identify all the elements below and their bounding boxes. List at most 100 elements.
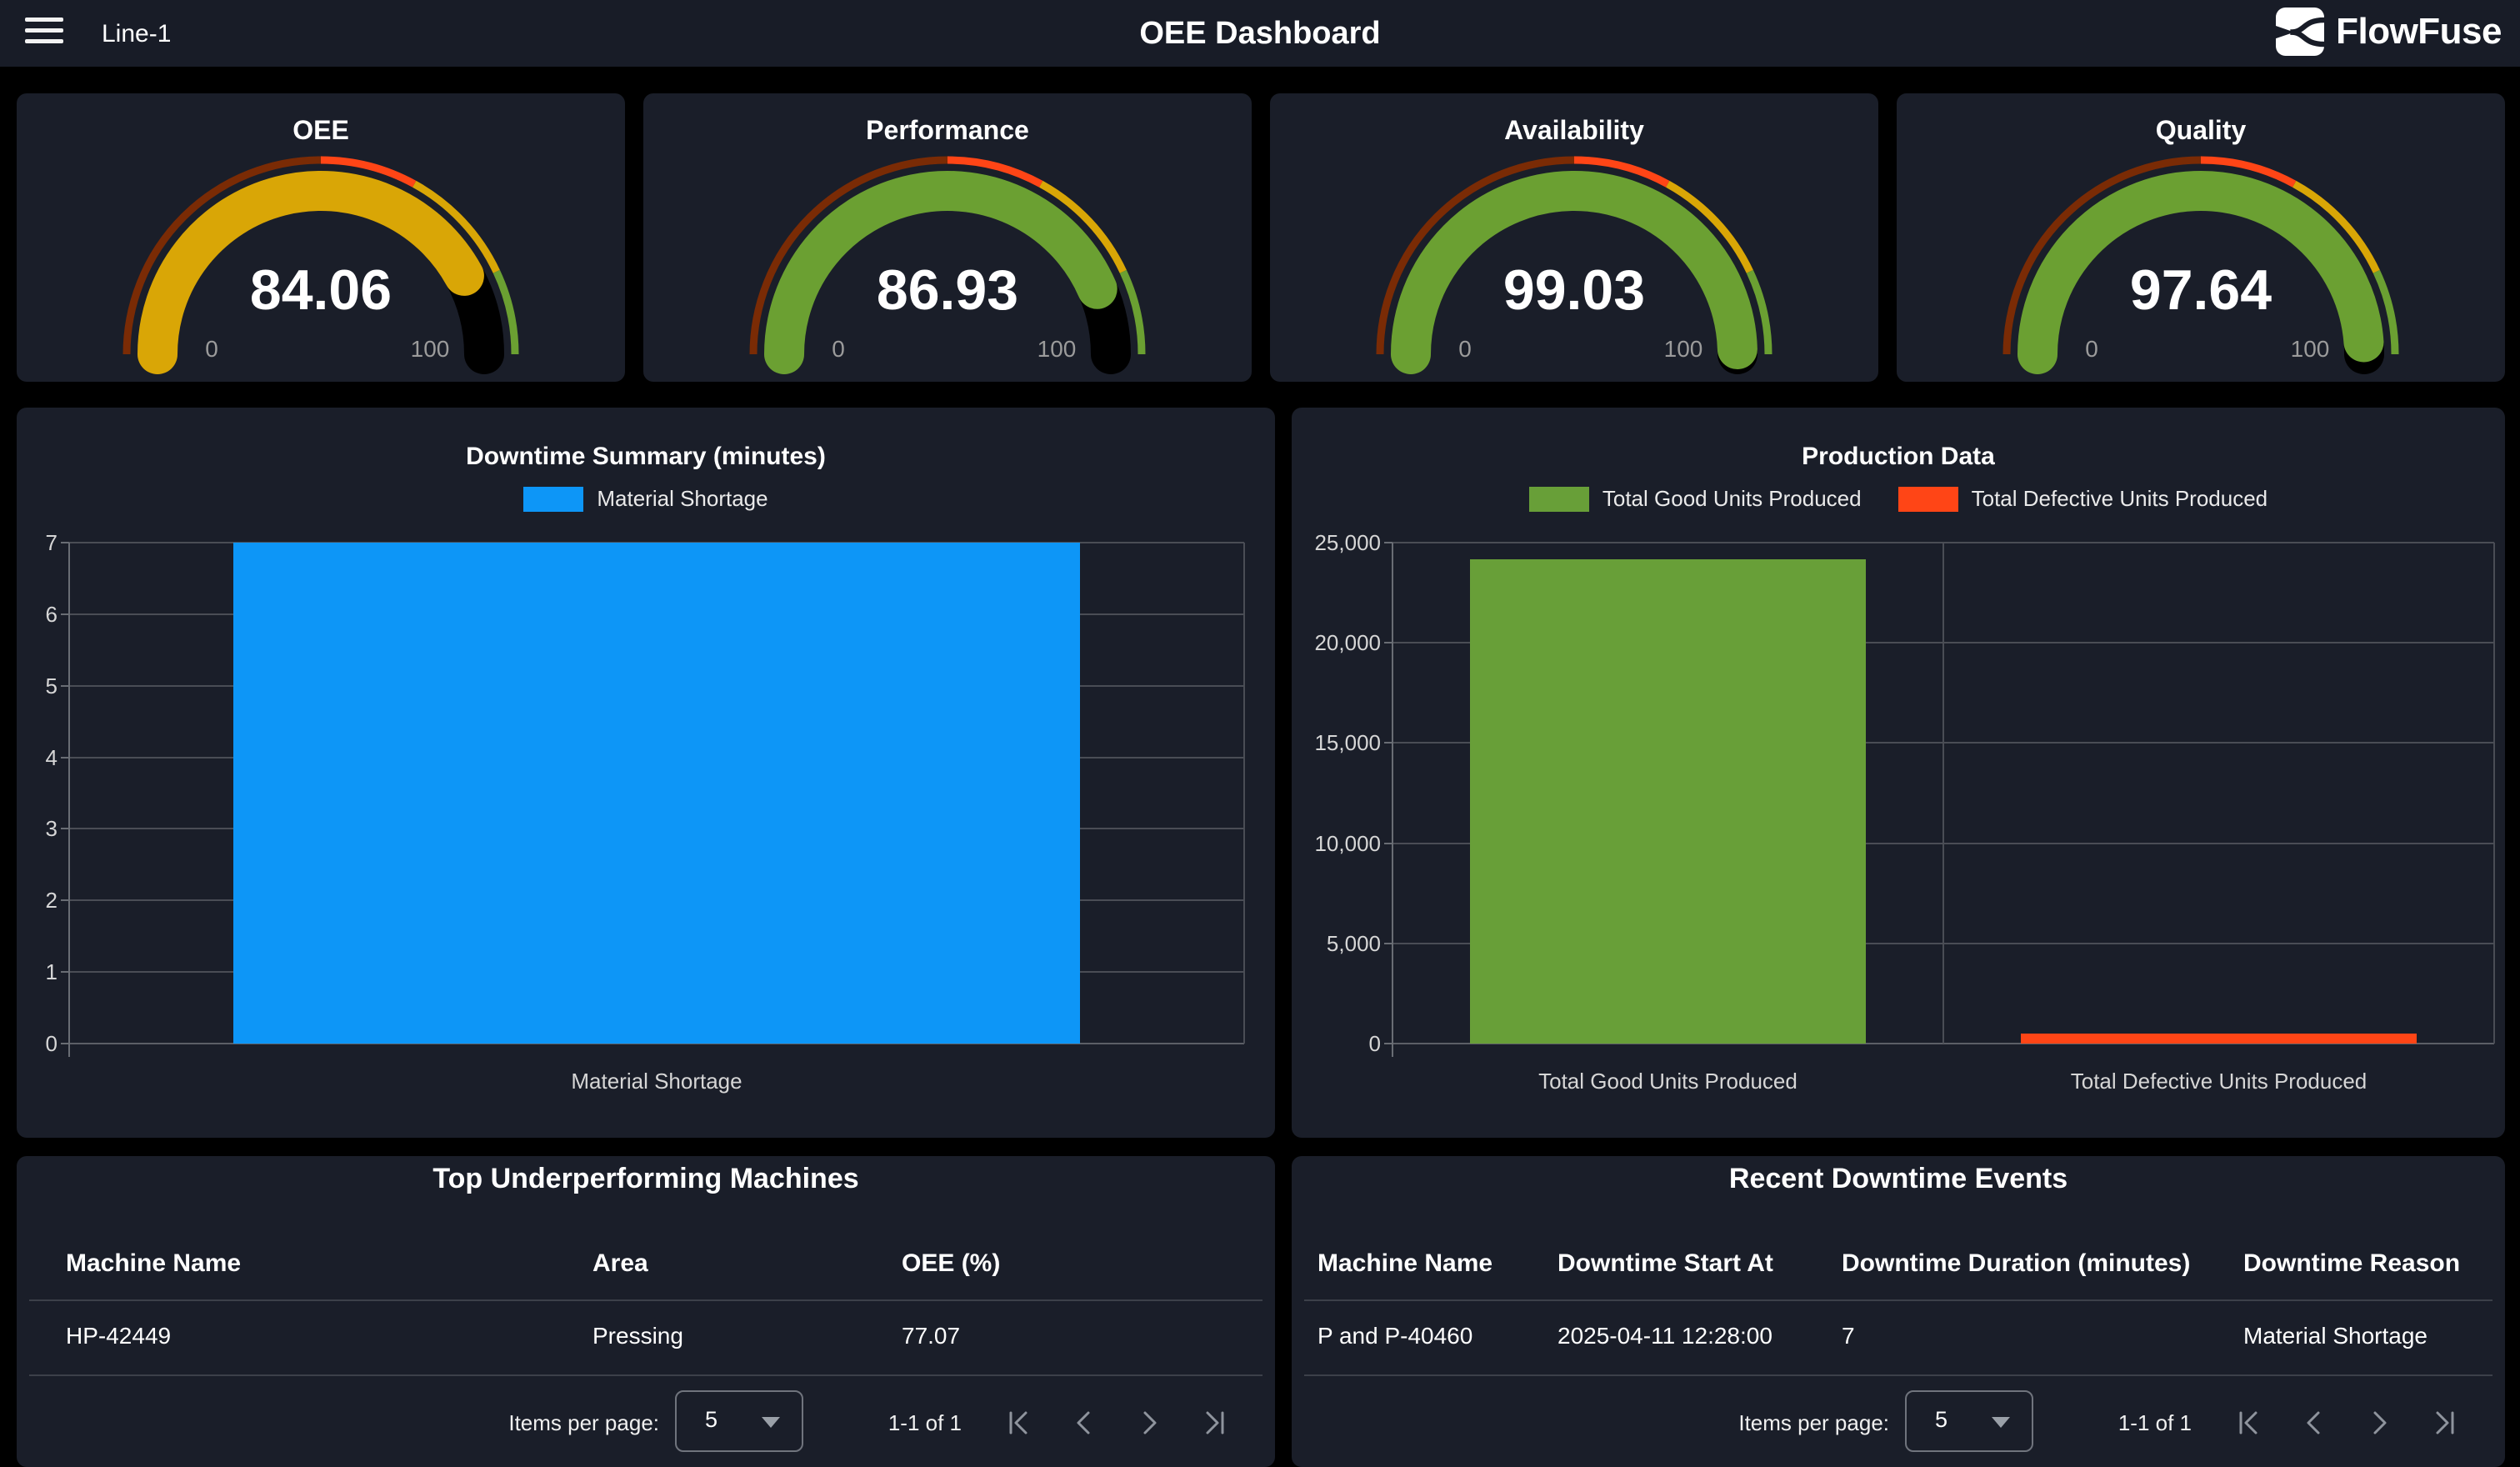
x-category-label: Total Good Units Produced <box>1392 1069 1943 1094</box>
y-axis-line <box>68 543 70 1057</box>
table-cell: HP-42449 <box>66 1323 171 1349</box>
column-header: Machine Name <box>66 1249 241 1278</box>
divider <box>1304 1299 2492 1301</box>
pagination-range-label: 1-1 of 1 <box>778 1410 962 1436</box>
gauge-arc <box>1897 93 2505 382</box>
bar-total-good-units-produced <box>1470 559 1867 1044</box>
gauge-min-label: 0 <box>2042 336 2142 363</box>
brand-name: FlowFuse <box>2336 11 2502 53</box>
chart-card-downtime-summary: Downtime Summary (minutes) Material Short… <box>17 408 1275 1138</box>
column-header: Machine Name <box>1318 1249 1492 1278</box>
chart-legend: Material Shortage <box>17 486 1275 512</box>
y-tick-label: 2 <box>0 888 58 914</box>
pagination-next-page-button[interactable] <box>1133 1407 1165 1439</box>
y-axis-line <box>1392 543 1393 1057</box>
column-header: Downtime Start At <box>1558 1249 1773 1278</box>
gauge-value: 86.93 <box>643 258 1252 323</box>
gauge-arc <box>17 93 625 382</box>
gauge-value: 97.64 <box>1897 258 2505 323</box>
column-header: Area <box>592 1249 648 1278</box>
table-card-underperforming-machines: Top Underperforming Machines Machine Name… <box>17 1156 1275 1467</box>
table-cell: 7 <box>1842 1323 1855 1349</box>
legend-swatch <box>1529 487 1589 512</box>
legend-swatch <box>1898 487 1958 512</box>
column-header: OEE (%) <box>902 1249 1000 1278</box>
legend-label: Total Good Units Produced <box>1602 486 1862 512</box>
chart-title: Downtime Summary (minutes) <box>17 443 1275 471</box>
gauge-card-quality: Quality97.640100 <box>1897 93 2505 382</box>
chevron-down-icon <box>1992 1417 2010 1428</box>
dashboard-title: OEE Dashboard <box>0 16 2520 52</box>
x-category-label: Total Defective Units Produced <box>1943 1069 2494 1094</box>
bar-total-defective-units-produced <box>2021 1034 2418 1044</box>
flowfuse-logo: FlowFuse <box>2276 8 2502 56</box>
y-tick-label: 3 <box>0 816 58 842</box>
legend-label: Total Defective Units Produced <box>1972 486 2268 512</box>
y-tick-label: 15,000 <box>1281 730 1381 756</box>
gauge-max-label: 100 <box>1007 336 1107 363</box>
gauge-arc <box>1270 93 1878 382</box>
chart-card-production-data: Production Data Total Good Units Produced… <box>1292 408 2505 1138</box>
y-tick-label: 1 <box>0 959 58 985</box>
table-title: Top Underperforming Machines <box>17 1163 1275 1195</box>
top-app-bar: Line-1 OEE Dashboard FlowFuse <box>0 0 2520 67</box>
pagination-next-page-button[interactable] <box>2363 1407 2395 1439</box>
x-category-label: Material Shortage <box>69 1069 1244 1094</box>
chevron-down-icon <box>762 1417 780 1428</box>
gauge-max-label: 100 <box>2260 336 2360 363</box>
pagination-first-page-button[interactable] <box>1003 1407 1035 1439</box>
column-header: Downtime Duration (minutes) <box>1842 1249 2190 1278</box>
items-per-page-value: 5 <box>1935 1407 1948 1433</box>
gauge-max-label: 100 <box>380 336 480 363</box>
gauge-card-oee: OEE84.060100 <box>17 93 625 382</box>
gauge-min-label: 0 <box>1415 336 1515 363</box>
table-card-downtime-events: Recent Downtime Events Machine Name Downti… <box>1292 1156 2505 1467</box>
divider <box>29 1374 1262 1376</box>
pagination-last-page-button[interactable] <box>2428 1407 2460 1439</box>
y-tick-label: 5 <box>0 673 58 699</box>
table-cell: 77.07 <box>902 1323 960 1349</box>
legend-label: Material Shortage <box>597 486 768 512</box>
y-tick-label: 0 <box>1281 1031 1381 1057</box>
pagination-first-page-button[interactable] <box>2233 1407 2265 1439</box>
pagination-last-page-button[interactable] <box>1198 1407 1230 1439</box>
pagination-previous-page-button[interactable] <box>1068 1407 1100 1439</box>
flowfuse-icon <box>2276 8 2324 56</box>
chart-title: Production Data <box>1292 443 2505 471</box>
table-cell: Material Shortage <box>2243 1323 2428 1349</box>
divider <box>1304 1374 2492 1376</box>
plot-right-border <box>1243 543 1245 1044</box>
items-per-page-value: 5 <box>705 1407 718 1433</box>
pagination-range-label: 1-1 of 1 <box>2008 1410 2192 1436</box>
chart-legend: Total Good Units Produced Total Defective… <box>1292 486 2505 512</box>
bar-material-shortage <box>233 543 1079 1044</box>
y-tick-label: 20,000 <box>1281 630 1381 656</box>
gauge-arc <box>643 93 1252 382</box>
table-cell: Pressing <box>592 1323 683 1349</box>
items-per-page-label: Items per page: <box>392 1410 659 1436</box>
y-tick-label: 6 <box>0 602 58 628</box>
category-gridline <box>1942 543 1944 1044</box>
gauge-max-label: 100 <box>1633 336 1733 363</box>
legend-item[interactable]: Total Defective Units Produced <box>1898 486 2268 512</box>
plot-right-border <box>2493 543 2495 1044</box>
pagination-previous-page-button[interactable] <box>2298 1407 2330 1439</box>
table-cell: 2025-04-11 12:28:00 <box>1558 1323 1772 1349</box>
y-tick-label: 4 <box>0 745 58 771</box>
y-tick-label: 25,000 <box>1281 530 1381 556</box>
gauge-card-availability: Availability99.030100 <box>1270 93 1878 382</box>
gauge-min-label: 0 <box>788 336 888 363</box>
items-per-page-label: Items per page: <box>1622 1410 1889 1436</box>
gauge-value: 84.06 <box>17 258 625 323</box>
divider <box>29 1299 1262 1301</box>
y-tick-label: 0 <box>0 1031 58 1057</box>
table-cell: P and P-40460 <box>1318 1323 1472 1349</box>
column-header: Downtime Reason <box>2243 1249 2460 1278</box>
y-tick-label: 10,000 <box>1281 831 1381 857</box>
y-tick-label: 7 <box>0 530 58 556</box>
legend-swatch <box>523 487 583 512</box>
legend-item[interactable]: Material Shortage <box>523 486 768 512</box>
gauge-value: 99.03 <box>1270 258 1878 323</box>
table-title: Recent Downtime Events <box>1292 1163 2505 1195</box>
legend-item[interactable]: Total Good Units Produced <box>1529 486 1862 512</box>
